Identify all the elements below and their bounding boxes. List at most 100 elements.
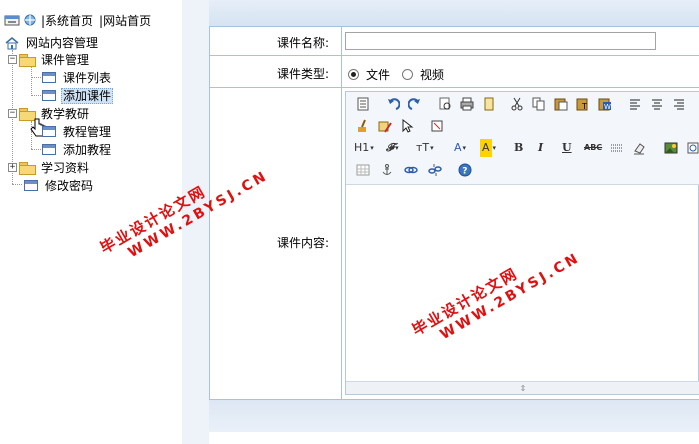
tree-item-course-list[interactable]: 课件列表: [42, 69, 113, 86]
tree-item-label: 添加课件: [61, 87, 114, 104]
print-icon[interactable]: [458, 95, 476, 113]
left-tree-panel: |系统首页 |网站首页 网站内容管理 − 课件管理 课件列表 添加课件 − 教学…: [0, 0, 182, 444]
page-icon: [42, 126, 56, 137]
flash-icon[interactable]: [684, 139, 699, 157]
form-footer-bar: [209, 399, 699, 432]
site-icon: [22, 13, 38, 27]
eraser-icon[interactable]: [630, 139, 648, 157]
column-divider: [341, 27, 342, 399]
content-label: 课件内容:: [276, 236, 329, 250]
paste-word-icon[interactable]: W: [596, 95, 614, 113]
page-icon: [24, 180, 38, 191]
template-icon[interactable]: [480, 95, 498, 113]
tree-item-add-course[interactable]: 添加课件: [42, 87, 114, 104]
folder-open-icon: [19, 53, 36, 67]
undo-icon[interactable]: [384, 95, 402, 113]
row-divider: [209, 55, 699, 56]
tree-item-label: 修改密码: [45, 178, 94, 193]
type-radio-video[interactable]: [402, 69, 414, 80]
font-family-dropdown[interactable]: 𝓕 ▾: [384, 139, 401, 157]
tree-item-study-materials[interactable]: + 学习资料: [8, 159, 91, 176]
font-family-label: 𝓕: [386, 141, 395, 154]
align-center-icon[interactable]: [648, 95, 666, 113]
tree-item-teach-research[interactable]: − 教学教研: [8, 105, 91, 122]
tree-item-tutorial-mgmt[interactable]: 教程管理: [42, 123, 113, 140]
italic-button[interactable]: I: [536, 139, 545, 157]
font-size-dropdown[interactable]: тT ▾: [414, 139, 436, 157]
align-right-icon[interactable]: [670, 95, 688, 113]
tree-item-add-tutorial[interactable]: 添加教程: [42, 141, 113, 158]
collapse-icon[interactable]: −: [8, 55, 17, 64]
name-label: 课件名称:: [276, 36, 329, 50]
anchor-icon[interactable]: [378, 161, 396, 179]
form-border: [209, 27, 210, 399]
home-icon: [4, 36, 20, 50]
image-icon[interactable]: [662, 139, 680, 157]
font-size-label: тT: [416, 141, 430, 154]
heading-dropdown[interactable]: H1 ▾: [352, 139, 376, 157]
tree-item-change-password[interactable]: 修改密码: [24, 177, 95, 194]
backcolor-dropdown[interactable]: A ▾: [478, 139, 498, 157]
heading-label: H1: [354, 141, 370, 154]
system-home-link[interactable]: |系统首页: [41, 12, 93, 29]
bold-label: B: [514, 141, 524, 154]
tree-connector: [31, 77, 41, 78]
tree-item-label: 教程管理: [63, 124, 112, 139]
system-icon: [4, 13, 20, 27]
type-radio-file[interactable]: [348, 69, 359, 80]
tree-connector: [31, 66, 32, 96]
panel-divider: [182, 0, 209, 444]
tree-root[interactable]: 网站内容管理: [4, 34, 100, 51]
preview-icon[interactable]: [436, 95, 454, 113]
strikethrough-button[interactable]: ABC: [582, 139, 604, 157]
svg-text:?: ?: [462, 167, 467, 177]
help-icon[interactable]: ?: [456, 161, 474, 179]
site-home-link[interactable]: |网站首页: [99, 12, 151, 29]
link-icon[interactable]: [402, 161, 420, 179]
folder-icon: [19, 161, 36, 175]
format-brush-icon[interactable]: [354, 117, 372, 135]
italic-label: I: [538, 141, 544, 154]
collapse-icon[interactable]: −: [8, 109, 17, 118]
underline-button[interactable]: U: [560, 139, 574, 157]
tree-connector: [31, 149, 41, 150]
tree-connector: [12, 184, 22, 185]
paste-icon[interactable]: [552, 95, 570, 113]
page-icon: [42, 90, 56, 101]
strikethrough-label: ABC: [584, 143, 603, 152]
form-header-bar: [209, 0, 699, 27]
align-left-icon[interactable]: [626, 95, 644, 113]
tree-item-label: 学习资料: [41, 160, 90, 175]
copy-icon[interactable]: [530, 95, 548, 113]
page-icon: [42, 144, 56, 155]
forecolor-dropdown[interactable]: A ▾: [452, 139, 468, 157]
select-all-icon[interactable]: [398, 117, 416, 135]
cut-icon[interactable]: [508, 95, 526, 113]
unlink-icon[interactable]: [426, 161, 444, 179]
source-icon[interactable]: [354, 95, 372, 113]
type-radio-group: 文件 视频: [348, 66, 444, 83]
type-option-file: 文件: [366, 68, 391, 82]
redo-icon[interactable]: [406, 95, 424, 113]
svg-text:T: T: [581, 102, 587, 111]
editor-resize-handle[interactable]: ⇕: [346, 381, 699, 394]
top-links: |系统首页 |网站首页: [4, 11, 151, 29]
clear-format-icon[interactable]: [376, 117, 394, 135]
fullscreen-icon[interactable]: [428, 117, 446, 135]
backcolor-label: A: [480, 139, 492, 157]
tree-item-label: 教学教研: [41, 106, 90, 121]
tree-item-course-mgmt[interactable]: − 课件管理: [8, 51, 91, 68]
tree-item-label: 课件管理: [41, 52, 90, 67]
horizontal-rule-icon[interactable]: [608, 139, 626, 157]
table-icon[interactable]: [354, 161, 372, 179]
type-label: 课件类型:: [276, 67, 329, 81]
rich-text-editor[interactable]: T W H1 ▾ 𝓕 ▾ тT ▾ A ▾ A ▾ B I U ABC ? ⇕: [345, 91, 699, 395]
expand-icon[interactable]: +: [8, 163, 17, 172]
page-icon: [42, 72, 56, 83]
type-option-video: 视频: [420, 68, 445, 82]
paste-text-icon[interactable]: T: [574, 95, 592, 113]
course-name-input[interactable]: [345, 32, 656, 50]
form-panel: 课件名称: 课件类型: 文件 视频 课件内容: T W H1 ▾ 𝓕 ▾ тT …: [209, 0, 699, 444]
editor-toolbar: T W H1 ▾ 𝓕 ▾ тT ▾ A ▾ A ▾ B I U ABC ?: [346, 92, 699, 185]
bold-button[interactable]: B: [512, 139, 525, 157]
